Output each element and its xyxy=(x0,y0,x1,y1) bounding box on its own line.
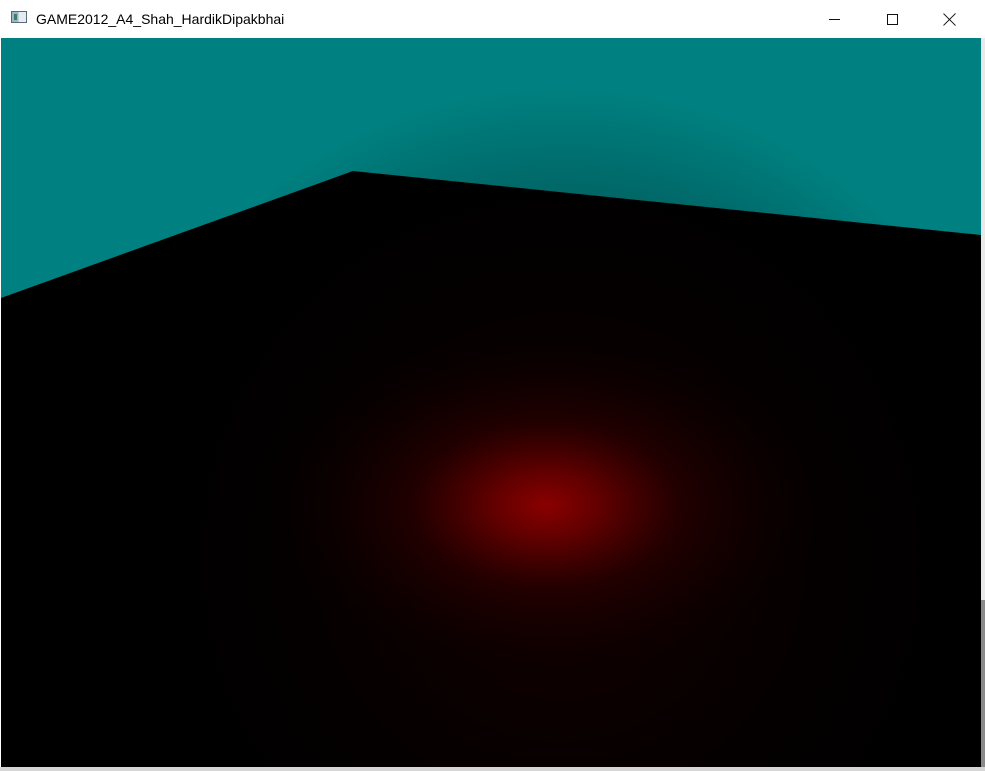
minimize-icon xyxy=(828,18,840,20)
game-window: GAME2012_A4_Shah_HardikDipakbhai xyxy=(0,0,985,771)
maximize-button[interactable] xyxy=(863,0,921,38)
close-button[interactable] xyxy=(921,0,979,38)
minimize-button[interactable] xyxy=(805,0,863,38)
maximize-icon xyxy=(886,13,898,25)
close-icon xyxy=(943,12,957,26)
red-spotlight xyxy=(246,319,846,691)
window-bottom-border xyxy=(0,767,985,771)
window-right-border xyxy=(981,38,985,771)
game-viewport[interactable] xyxy=(1,38,981,767)
application-window-icon xyxy=(11,11,27,23)
window-title: GAME2012_A4_Shah_HardikDipakbhai xyxy=(36,11,285,27)
3d-scene xyxy=(1,38,981,767)
title-bar[interactable]: GAME2012_A4_Shah_HardikDipakbhai xyxy=(0,0,985,38)
